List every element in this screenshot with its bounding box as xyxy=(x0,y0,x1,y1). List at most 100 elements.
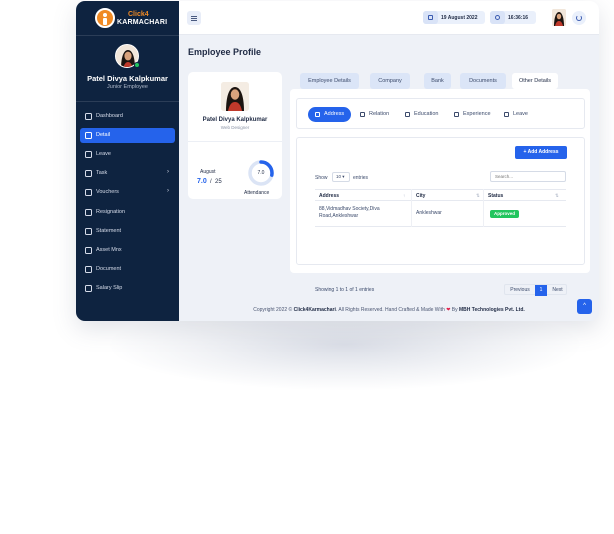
sidebar-item-leave[interactable]: Leave xyxy=(80,147,175,162)
column-header-status[interactable]: Status xyxy=(488,193,503,199)
sidebar-item-label: Vouchers xyxy=(96,189,119,195)
page-size-select[interactable]: 10 ▾ xyxy=(332,172,350,182)
attendance-total: 25 xyxy=(215,179,222,185)
user-avatar[interactable] xyxy=(552,9,566,26)
tab-employee-details[interactable]: Employee Details xyxy=(300,73,359,89)
chevron-right-icon: › xyxy=(167,169,169,175)
app-window: Click4 KARMACHARI Patel Divya Kalpkumar … xyxy=(76,1,599,321)
tablet-icon xyxy=(85,228,92,235)
sort-icon[interactable]: ↑ xyxy=(403,193,405,198)
column-header-city[interactable]: City xyxy=(416,193,425,199)
cell-city: Ankleshwar xyxy=(416,210,442,216)
sidebar-divider xyxy=(76,35,179,36)
sidebar-user-role: Junior Employee xyxy=(107,84,148,90)
main-content: 19 August 2022 16:36:16 Employee Profile xyxy=(179,1,599,321)
subtab-address[interactable]: Address xyxy=(308,107,352,122)
profile-name: Patel Divya Kalpkumar xyxy=(202,117,268,123)
sidebar-item-label: Task xyxy=(96,170,108,176)
tab-documents[interactable]: Documents xyxy=(460,73,506,89)
sidebar: Click4 KARMACHARI Patel Divya Kalpkumar … xyxy=(76,1,179,321)
sidebar-user-name: Patel Divya Kalpkumar xyxy=(87,74,168,83)
topbar: 19 August 2022 16:36:16 xyxy=(179,1,599,35)
brand-logo[interactable]: Click4 KARMACHARI xyxy=(95,8,168,32)
attendance-value: 7.0 xyxy=(197,178,207,185)
footer-copyright: Copyright 2022 © xyxy=(253,307,293,313)
user-minus-icon xyxy=(85,151,92,158)
search-input[interactable] xyxy=(490,171,566,182)
time-display: 16:36:16 xyxy=(490,11,536,24)
logo-text-bottom: KARMACHARI xyxy=(117,19,168,26)
sidebar-item-detail[interactable]: Detail xyxy=(80,128,175,143)
subtab-label: Experience xyxy=(463,111,491,117)
subtab-leave[interactable]: Leave xyxy=(504,107,528,122)
sidebar-item-label: Resignation xyxy=(96,209,126,215)
column-header-address[interactable]: Address xyxy=(319,193,339,199)
subtab-label: Leave xyxy=(513,111,528,117)
tab-company[interactable]: Company xyxy=(370,73,410,89)
card-divider xyxy=(188,141,282,142)
column-divider xyxy=(483,189,484,227)
pen-icon xyxy=(85,209,92,216)
logo-mark-icon xyxy=(95,8,115,28)
users-icon xyxy=(360,112,365,117)
tab-bank[interactable]: Bank xyxy=(424,73,451,89)
profile-photo xyxy=(221,82,249,111)
book-icon xyxy=(85,285,92,292)
menu-toggle-button[interactable] xyxy=(187,11,201,25)
sidebar-item-label: Document xyxy=(96,266,122,272)
home-icon xyxy=(85,113,92,120)
users-icon xyxy=(85,132,92,139)
pagination-next[interactable]: Next xyxy=(547,285,568,296)
scroll-to-top-button[interactable]: ^ xyxy=(577,299,592,314)
address-table-panel: + Add Address Show 10 ▾ entries Address … xyxy=(296,137,585,296)
footer-rights: . All Rights Reserved. Hand Crafted & Ma… xyxy=(335,307,445,313)
sidebar-item-document[interactable]: Document xyxy=(80,262,175,277)
pagination-info: Showing 1 to 1 of 1 entries xyxy=(315,287,375,293)
footer: Copyright 2022 © Click4Karmachari. All R… xyxy=(179,307,599,313)
cell-address-line1: 88,Vidmadhav Society,Diva xyxy=(319,206,380,212)
subtab-experience[interactable]: Experience xyxy=(454,107,491,122)
footer-brand-link[interactable]: Click4Karmachari xyxy=(294,307,336,313)
attendance-ring: 7.0 xyxy=(247,159,275,187)
column-divider xyxy=(411,189,412,227)
date-text: 19 August 2022 xyxy=(441,14,478,21)
date-display: 19 August 2022 xyxy=(423,11,485,24)
sidebar-item-task[interactable]: Task › xyxy=(80,166,175,181)
status-badge: Approved xyxy=(490,210,520,218)
add-address-button[interactable]: + Add Address xyxy=(515,146,567,159)
footer-company-link[interactable]: MBH Technologies Pvt. Ltd. xyxy=(459,307,525,313)
tab-other-details[interactable]: Other Details xyxy=(512,73,558,89)
sidebar-item-label: Statement xyxy=(96,228,122,234)
subtab-education[interactable]: Education xyxy=(405,107,438,122)
logout-button[interactable] xyxy=(572,11,586,25)
cell-address-line2: Road,Ankleshwar xyxy=(319,213,359,219)
sidebar-item-dashboard[interactable]: Dashboard xyxy=(80,109,175,124)
logo-text-top: Click4 xyxy=(128,11,149,18)
sort-icon[interactable]: ⇅ xyxy=(555,193,559,199)
attendance-month: August xyxy=(200,169,216,175)
sidebar-item-resignation[interactable]: Resignation xyxy=(80,205,175,220)
sidebar-item-vouchers[interactable]: Vouchers › xyxy=(80,185,175,200)
attendance-separator: / xyxy=(210,179,212,185)
sort-icon[interactable]: ⇅ xyxy=(476,193,480,199)
address-card-icon xyxy=(315,112,320,117)
sidebar-item-label: Asset Mnx xyxy=(96,247,122,253)
page-title: Employee Profile xyxy=(188,47,262,57)
sidebar-item-asset-mnx[interactable]: Asset Mnx xyxy=(80,243,175,258)
sidebar-item-label: Dashboard xyxy=(96,113,123,119)
profile-role: Web Designer xyxy=(220,125,250,130)
subtabs: Address Relation Education Experience Le… xyxy=(296,98,585,129)
other-details-panel: Address Relation Education Experience Le… xyxy=(290,89,590,296)
subtab-relation[interactable]: Relation xyxy=(360,107,389,122)
sidebar-item-statement[interactable]: Statement xyxy=(80,224,175,239)
sidebar-item-salary-slip[interactable]: Salary Slip xyxy=(80,281,175,296)
attendance-ring-value: 7.0 xyxy=(257,170,265,176)
graduation-cap-icon xyxy=(405,112,410,117)
sidebar-item-label: Detail xyxy=(96,132,111,138)
pagination-previous[interactable]: Previous xyxy=(505,285,535,296)
table-row: 88,Vidmadhav Society,Diva Road,Ankleshwa… xyxy=(315,201,566,227)
clipboard-icon xyxy=(85,170,92,177)
entries-label: entries xyxy=(353,175,369,181)
pagination-page[interactable]: 1 xyxy=(535,285,547,296)
show-label: Show xyxy=(315,175,328,181)
